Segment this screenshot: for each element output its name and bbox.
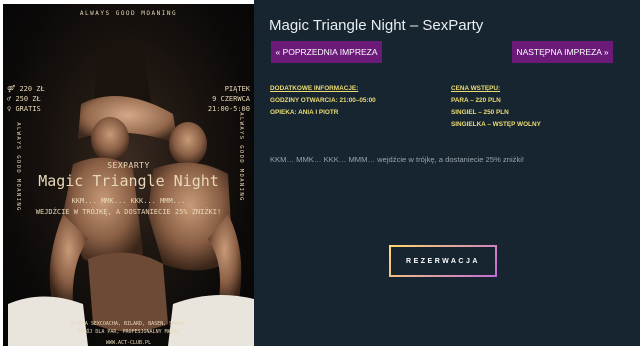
poster-title: Magic Triangle Night	[38, 172, 219, 190]
event-description: KKM… MMK… KKK… MMM… wejdźcie w trójkę, a…	[270, 155, 525, 164]
price-couple: PARA – 220 PLN	[451, 97, 501, 104]
event-poster: ALWAYS GOOD MOANING ⚤ 220 ZŁ ♂ 250 ZŁ ♀ …	[3, 4, 254, 346]
event-title: Magic Triangle Night – SexParty	[269, 17, 484, 34]
entry-prices: CENA WSTĘPU: PARA – 220 PLN SINGIEL – 25…	[451, 83, 541, 131]
reservation-button[interactable]: REZERWACJA	[389, 245, 497, 277]
poster-kicker: SEXPARTY	[107, 161, 150, 170]
poster-line2: WEJDŹCIE W TRÓJKĘ, A DOSTANIECIE 25% ZNI…	[35, 208, 222, 216]
event-panel: Magic Triangle Night – SexParty « POPRZE…	[254, 0, 640, 346]
poster-price-couple: ⚤ 220 ZŁ	[7, 85, 45, 93]
info-heading: DODATKOWE INFORMACJE:	[270, 85, 359, 92]
poster-tagline: ALWAYS GOOD MOANING	[79, 10, 178, 17]
poster-price-male: ♂ 250 ZŁ	[7, 95, 41, 103]
opening-hours: GODZINY OTWARCIA: 21:00–05:00	[270, 97, 376, 104]
price-single-female: SINGIELKA – WSTĘP WOLNY	[451, 121, 541, 128]
gender-couple-icon: ⚤	[7, 85, 16, 93]
poster-amenities: OPIEKA SEXCOACHA, BILARD, BASEN, SAUNA, …	[69, 321, 188, 335]
next-event-button[interactable]: NASTĘPNA IMPREZA »	[512, 41, 613, 63]
gender-female-icon: ♀	[7, 105, 12, 113]
poster-date: PIĄTEK 9 CZERWCA 21:00-5:00	[207, 85, 250, 113]
event-info: DODATKOWE INFORMACJE: GODZINY OTWARCIA: …	[270, 83, 376, 119]
price-heading: CENA WSTĘPU:	[451, 85, 501, 92]
previous-event-button[interactable]: « POPRZEDNIA IMPREZA	[271, 41, 382, 63]
price-single-male: SINGIEL – 250 PLN	[451, 109, 509, 116]
event-care: OPIEKA: ANIA I PIOTR	[270, 109, 339, 116]
gender-male-icon: ♂	[7, 95, 12, 103]
poster-price-female: ♀ GRATIS	[7, 105, 41, 113]
poster-url: WWW.ACT-CLUB.PL	[105, 340, 152, 346]
poster-prices: ⚤ 220 ZŁ ♂ 250 ZŁ ♀ GRATIS	[7, 84, 45, 114]
poster-line1: KKM... MMK... KKK... MMM...	[71, 197, 186, 205]
